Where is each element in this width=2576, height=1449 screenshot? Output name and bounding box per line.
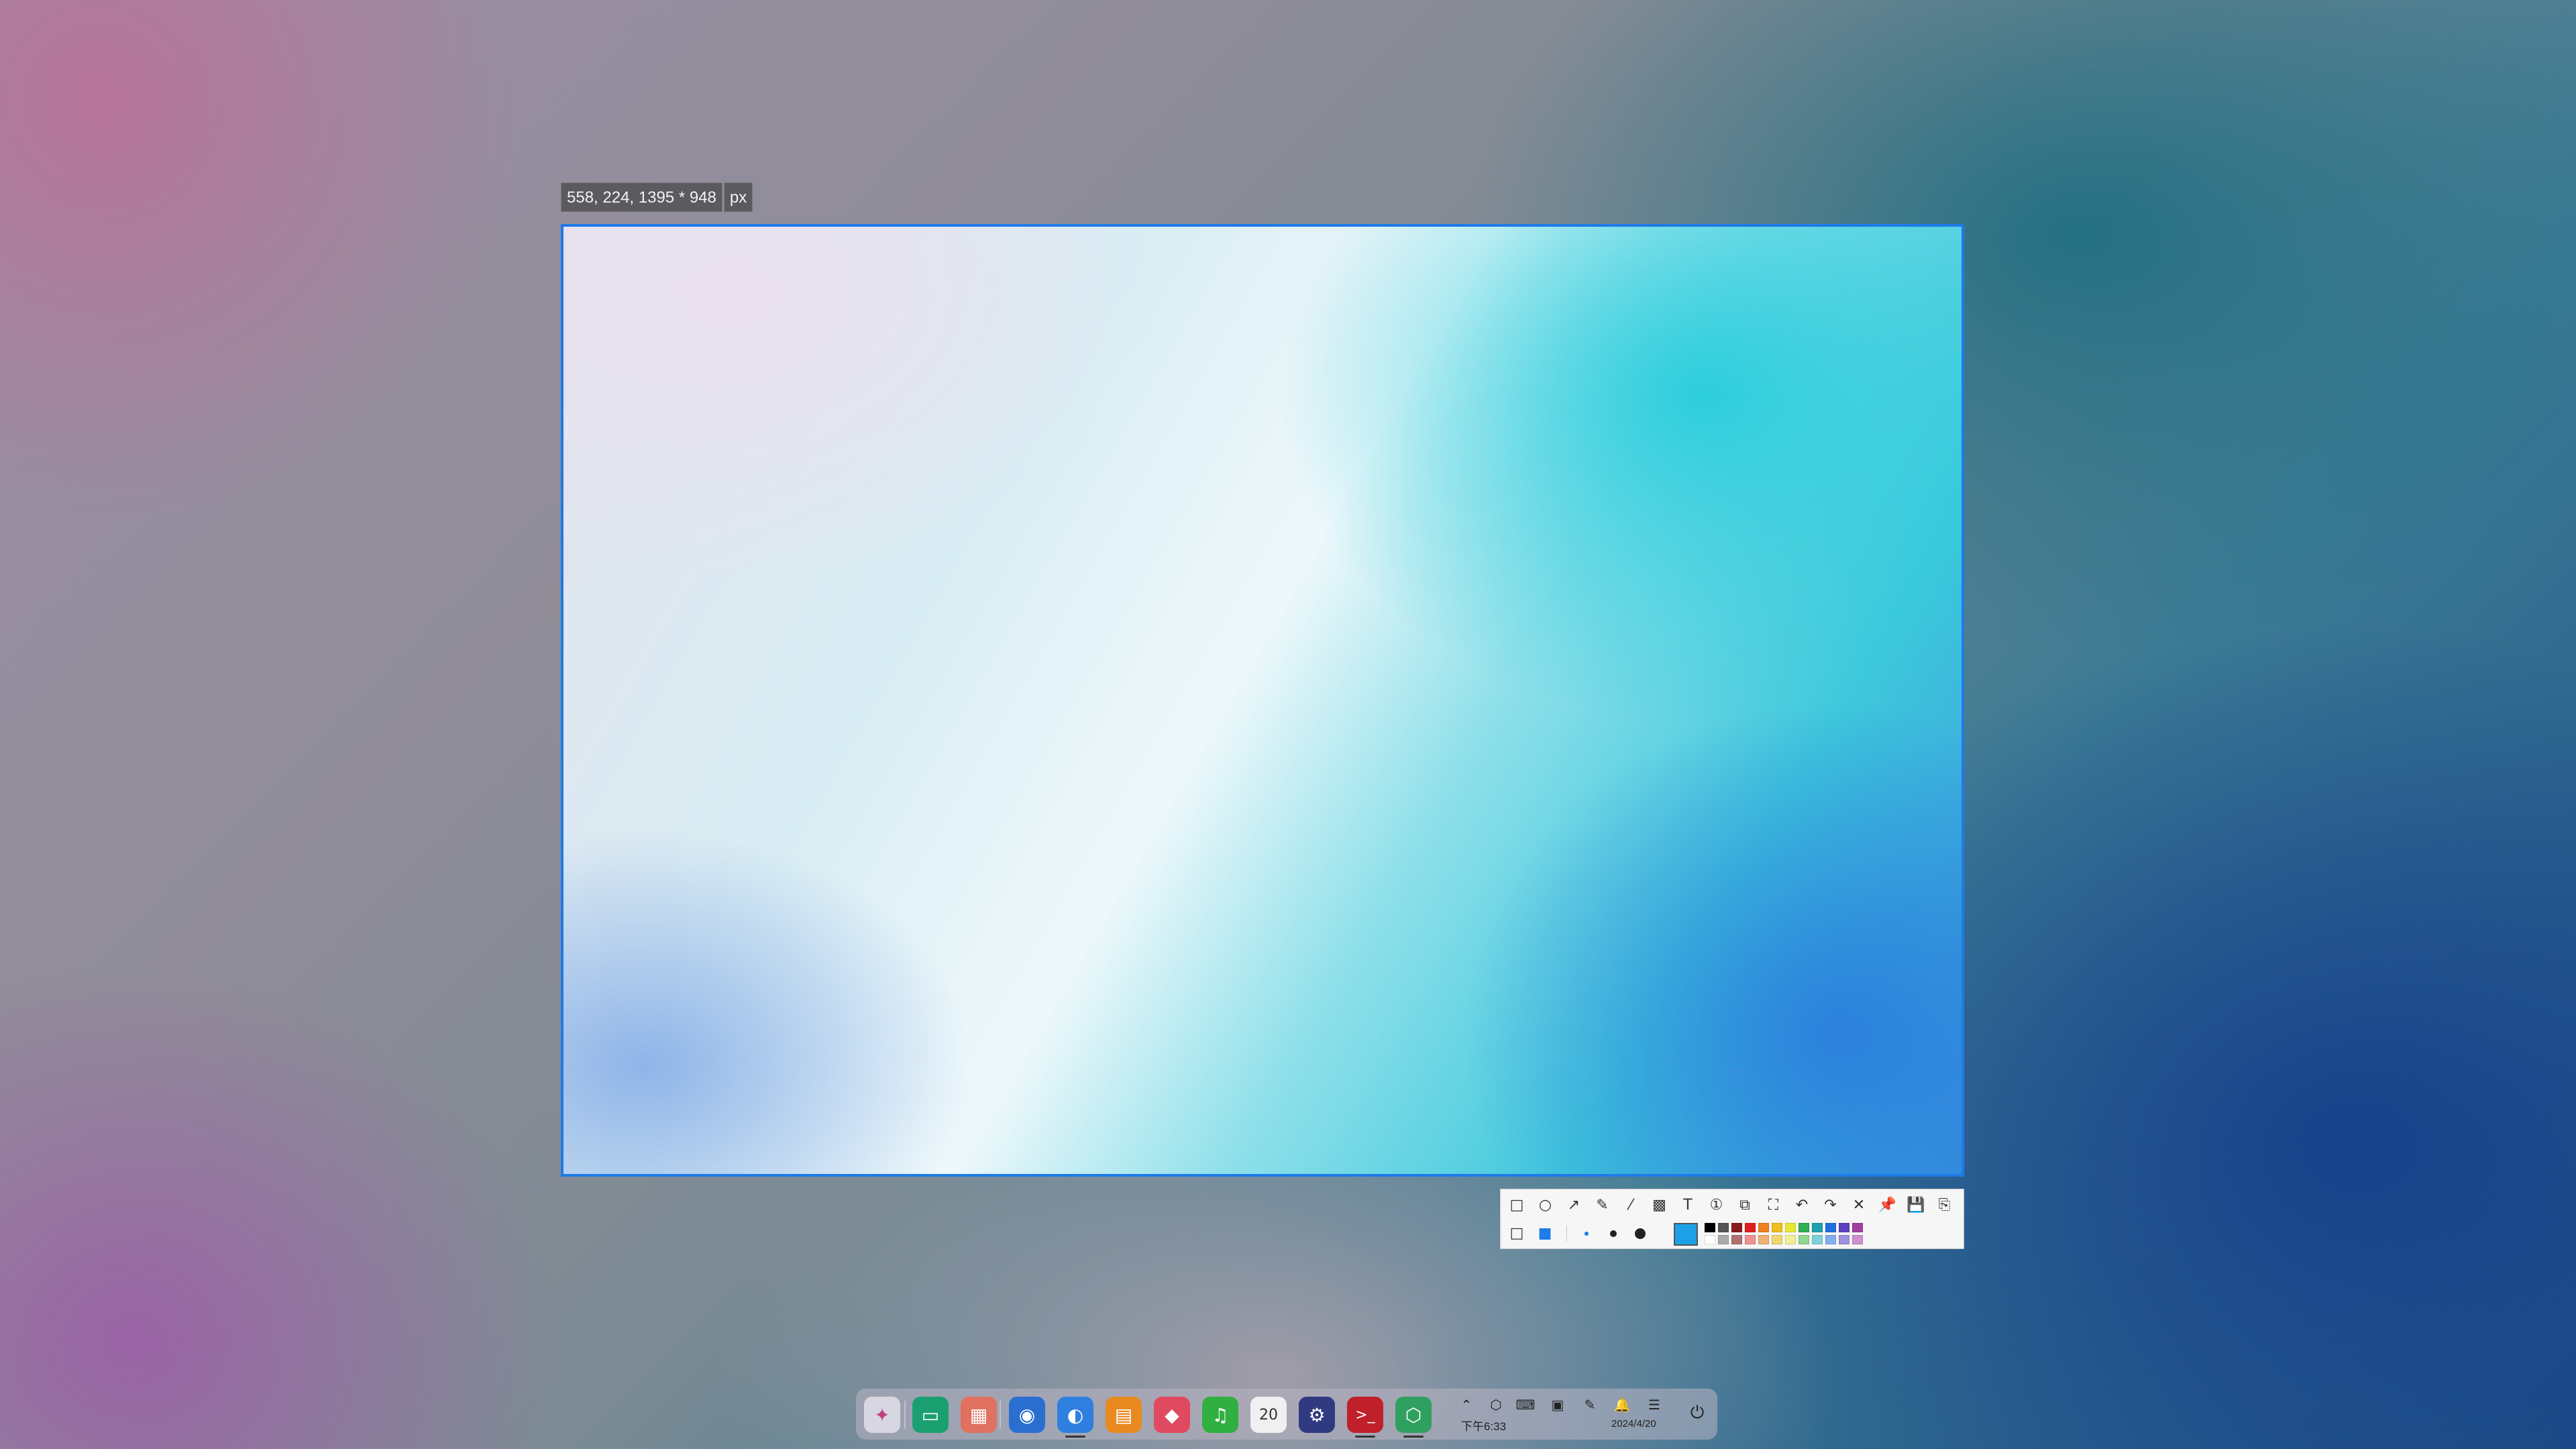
pen-size-medium-button[interactable]: [1610, 1230, 1617, 1237]
control-center-icon[interactable]: ☰: [1645, 1395, 1664, 1414]
crosshair-cursor-icon: [1729, 1059, 1754, 1083]
clock-time[interactable]: 下午6:33: [1461, 1417, 1506, 1434]
power-icon[interactable]: ⏻: [1688, 1403, 1707, 1423]
dock-separator: [904, 1401, 906, 1429]
filled-mode[interactable]: ■: [1534, 1223, 1556, 1244]
browser-icon[interactable]: ◐: [1057, 1397, 1093, 1433]
keyboard-icon[interactable]: ⌨: [1516, 1395, 1536, 1414]
capture-size-label: 558, 224, 1395 * 948 px: [561, 182, 753, 212]
workspace-switcher-icon[interactable]: ▦: [961, 1397, 997, 1433]
color-swatch[interactable]: [1785, 1235, 1796, 1244]
network-icon[interactable]: ▣: [1548, 1395, 1567, 1414]
pen-size-small-button[interactable]: [1585, 1232, 1589, 1236]
cancel-button[interactable]: ✕: [1848, 1195, 1870, 1216]
file-manager-icon[interactable]: ▤: [1106, 1397, 1142, 1433]
pen-size-large-button[interactable]: [1635, 1228, 1646, 1239]
multitask-view-icon[interactable]: ▭: [912, 1397, 949, 1433]
marker-tool[interactable]: ⁄: [1620, 1195, 1642, 1216]
text-tool[interactable]: T: [1677, 1195, 1699, 1216]
pin-button[interactable]: 📌: [1877, 1195, 1898, 1216]
toolbar-options-row: □ ■: [1501, 1220, 1964, 1247]
toolbar-separator: [1566, 1226, 1567, 1242]
capture-coordinates: 558, 224, 1395 * 948: [561, 182, 722, 212]
arrow-tool[interactable]: ↗: [1563, 1195, 1585, 1216]
color-swatch[interactable]: [1731, 1223, 1742, 1232]
color-swatch[interactable]: [1758, 1235, 1769, 1244]
color-swatch[interactable]: [1785, 1223, 1796, 1232]
settings-icon[interactable]: ⚙: [1299, 1397, 1335, 1433]
ocr-tool[interactable]: ⧉: [1734, 1195, 1756, 1216]
toolbar-tools-row: □ ○ ↗ ✎ ⁄ ▩ T ① ⧉ ⛶ ↶ ↷ ✕ 📌 💾 ⎘: [1501, 1193, 1964, 1218]
rectangle-tool[interactable]: □: [1506, 1195, 1527, 1216]
bell-icon[interactable]: 🔔: [1613, 1395, 1631, 1414]
dock-separator: [1000, 1401, 1001, 1429]
color-swatch[interactable]: [1705, 1235, 1715, 1244]
music-icon[interactable]: ♫: [1202, 1397, 1238, 1433]
copy-button[interactable]: ⎘: [1934, 1195, 1955, 1216]
color-swatch[interactable]: [1825, 1223, 1836, 1232]
scroll-capture-tool[interactable]: ⛶: [1763, 1195, 1784, 1216]
color-swatch[interactable]: [1839, 1223, 1849, 1232]
color-swatch[interactable]: [1772, 1235, 1782, 1244]
clock-date[interactable]: 2024/4/20: [1611, 1418, 1656, 1430]
color-swatch[interactable]: [1839, 1235, 1849, 1244]
redo-button[interactable]: ↷: [1820, 1195, 1841, 1216]
undo-button[interactable]: ↶: [1791, 1195, 1813, 1216]
photos-icon[interactable]: ◆: [1154, 1397, 1190, 1433]
running-indicator: [1403, 1436, 1424, 1438]
color-swatch[interactable]: [1852, 1223, 1863, 1232]
chevron-up-icon[interactable]: ⌃: [1457, 1395, 1476, 1414]
capture-selection-area[interactable]: [561, 224, 1964, 1177]
screenshot-toolbar: □ ○ ↗ ✎ ⁄ ▩ T ① ⧉ ⛶ ↶ ↷ ✕ 📌 💾 ⎘ □ ■: [1500, 1189, 1964, 1249]
color-swatch[interactable]: [1705, 1223, 1715, 1232]
capture-unit[interactable]: px: [723, 182, 753, 212]
color-swatch[interactable]: [1799, 1223, 1809, 1232]
screenshot-tray-icon[interactable]: ⬡: [1487, 1395, 1505, 1414]
color-swatch[interactable]: [1718, 1235, 1729, 1244]
color-swatch[interactable]: [1745, 1235, 1756, 1244]
color-swatch[interactable]: [1799, 1235, 1809, 1244]
color-swatch[interactable]: [1812, 1223, 1823, 1232]
color-swatch[interactable]: [1718, 1223, 1729, 1232]
color-swatch[interactable]: [1745, 1223, 1756, 1232]
color-swatch[interactable]: [1852, 1235, 1863, 1244]
number-tool[interactable]: ①: [1706, 1195, 1727, 1216]
terminal-icon[interactable]: >_: [1347, 1397, 1383, 1433]
color-swatch[interactable]: [1772, 1223, 1782, 1232]
taskbar-dock: 下午6:33 2024/4/20 ✦ ▭ ▦ ◉ ◐ ▤ ◆ ♫ 20 ⚙ >_ ⬡ ⌃ ⬡ ⌨ ▣ ✎ 🔔 ☰ ⏻: [856, 1389, 1717, 1440]
running-indicator: [1355, 1436, 1375, 1438]
app-store-icon[interactable]: ◉: [1009, 1397, 1045, 1433]
color-swatch[interactable]: [1758, 1223, 1769, 1232]
ellipse-tool[interactable]: ○: [1535, 1195, 1556, 1216]
outline-mode[interactable]: □: [1506, 1223, 1527, 1244]
color-swatch[interactable]: [1812, 1235, 1823, 1244]
mosaic-tool[interactable]: ▩: [1649, 1195, 1670, 1216]
launcher-icon[interactable]: ✦: [864, 1397, 900, 1433]
color-swatch[interactable]: [1731, 1235, 1742, 1244]
current-color-swatch[interactable]: [1674, 1223, 1698, 1246]
pen-tray-icon[interactable]: ✎: [1580, 1395, 1599, 1414]
color-swatch[interactable]: [1825, 1235, 1836, 1244]
save-button[interactable]: 💾: [1905, 1195, 1927, 1216]
pen-tool[interactable]: ✎: [1592, 1195, 1613, 1216]
calendar-icon[interactable]: 20: [1250, 1397, 1287, 1433]
running-indicator: [1065, 1436, 1085, 1438]
screenshot-app-icon[interactable]: ⬡: [1395, 1397, 1432, 1433]
